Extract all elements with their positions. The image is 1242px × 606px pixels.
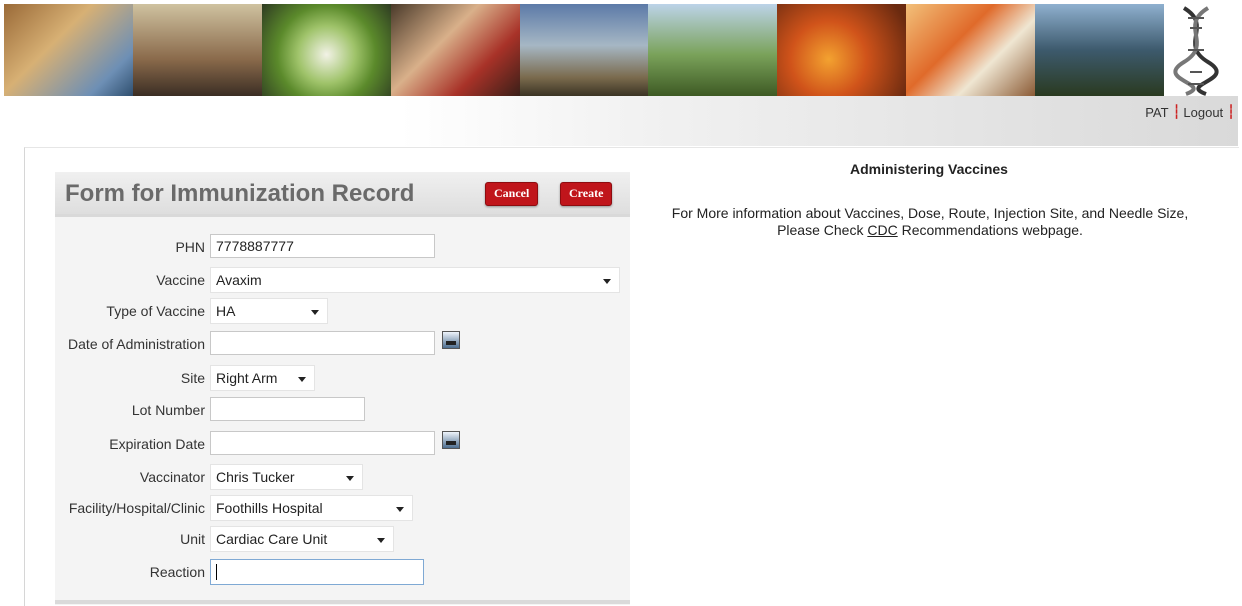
facility-select[interactable]: Foothills Hospital — [210, 495, 413, 521]
info-line-1: For More information about Vaccines, Dos… — [671, 205, 1189, 221]
vaccine-type-select[interactable]: HA — [210, 298, 328, 324]
vaccinator-select[interactable]: Chris Tucker — [210, 464, 363, 490]
form-header: Form for Immunization Record Cancel Crea… — [55, 172, 630, 217]
vaccine-label: Vaccine — [156, 272, 205, 288]
site-select[interactable]: Right Arm — [210, 365, 315, 391]
vaccinator-row: Vaccinator Chris Tucker — [55, 464, 630, 490]
vaccine-type-value: HA — [216, 303, 236, 319]
logout-link[interactable]: Logout — [1183, 105, 1223, 120]
user-links: PAT ┆ Logout ┆ — [1145, 104, 1235, 120]
phn-label: PHN — [175, 239, 205, 255]
reaction-row: Reaction — [55, 559, 630, 585]
facility-row: Facility/Hospital/Clinic Foothills Hospi… — [55, 495, 630, 521]
user-name: PAT — [1145, 104, 1169, 120]
vaccinator-value: Chris Tucker — [216, 469, 295, 485]
expiration-row: Expiration Date — [55, 431, 630, 457]
lot-row: Lot Number — [55, 397, 630, 423]
text-cursor — [216, 564, 217, 581]
vaccine-row: Vaccine Avaxim — [55, 267, 630, 293]
info-line-2-prefix: Please Check — [777, 222, 864, 238]
vaccine-type-row: Type of Vaccine HA — [55, 298, 630, 324]
facility-value: Foothills Hospital — [216, 500, 323, 516]
lot-number-input[interactable] — [210, 397, 365, 421]
chevron-down-icon — [311, 310, 319, 315]
phn-input[interactable]: 7778887777 — [210, 234, 435, 258]
reaction-label: Reaction — [149, 564, 205, 580]
info-line-2: Please Check CDC Recommendations webpage… — [640, 222, 1220, 239]
info-line-2-suffix: Recommendations webpage. — [901, 222, 1083, 238]
vaccine-type-label: Type of Vaccine — [106, 303, 205, 319]
unit-value: Cardiac Care Unit — [216, 531, 328, 547]
site-label: Site — [180, 370, 205, 386]
info-title: Administering Vaccines — [850, 161, 1008, 177]
link-separator: ┆ — [1227, 104, 1235, 119]
unit-label: Unit — [180, 531, 205, 547]
phn-row: PHN 7778887777 — [55, 234, 630, 260]
vaccine-value: Avaxim — [216, 272, 262, 288]
date-admin-row: Date of Administration — [55, 331, 630, 357]
expiration-date-input[interactable] — [210, 431, 435, 455]
form-title: Form for Immunization Record — [65, 180, 415, 207]
form-footer-bar — [55, 600, 630, 604]
info-text: For More information about Vaccines, Dos… — [640, 205, 1220, 239]
date-admin-label: Date of Administration — [68, 336, 205, 352]
calendar-icon[interactable] — [442, 331, 460, 349]
header-bar — [400, 96, 1238, 146]
create-button[interactable]: Create — [560, 182, 613, 206]
cdc-link[interactable]: CDC — [867, 222, 897, 238]
unit-row: Unit Cardiac Care Unit — [55, 526, 630, 552]
chevron-down-icon — [396, 507, 404, 512]
date-admin-input[interactable] — [210, 331, 435, 355]
chevron-down-icon — [603, 279, 611, 284]
unit-select[interactable]: Cardiac Care Unit — [210, 526, 394, 552]
cancel-button[interactable]: Cancel — [485, 182, 539, 206]
facility-label: Facility/Hospital/Clinic — [68, 500, 205, 516]
chevron-down-icon — [377, 538, 385, 543]
lot-label: Lot Number — [131, 402, 205, 418]
chevron-down-icon — [346, 476, 354, 481]
chevron-down-icon — [298, 377, 306, 382]
banner-photo-collage — [4, 4, 1164, 96]
site-row: Site Right Arm — [55, 365, 630, 391]
calendar-icon[interactable] — [442, 431, 460, 449]
reaction-input[interactable] — [210, 559, 424, 585]
link-separator: ┆ — [1172, 104, 1181, 119]
expiration-label: Expiration Date — [109, 436, 205, 452]
vaccinator-label: Vaccinator — [139, 469, 205, 485]
site-value: Right Arm — [216, 370, 278, 386]
vaccine-select[interactable]: Avaxim — [210, 267, 620, 293]
dna-helix-icon — [1173, 6, 1219, 96]
